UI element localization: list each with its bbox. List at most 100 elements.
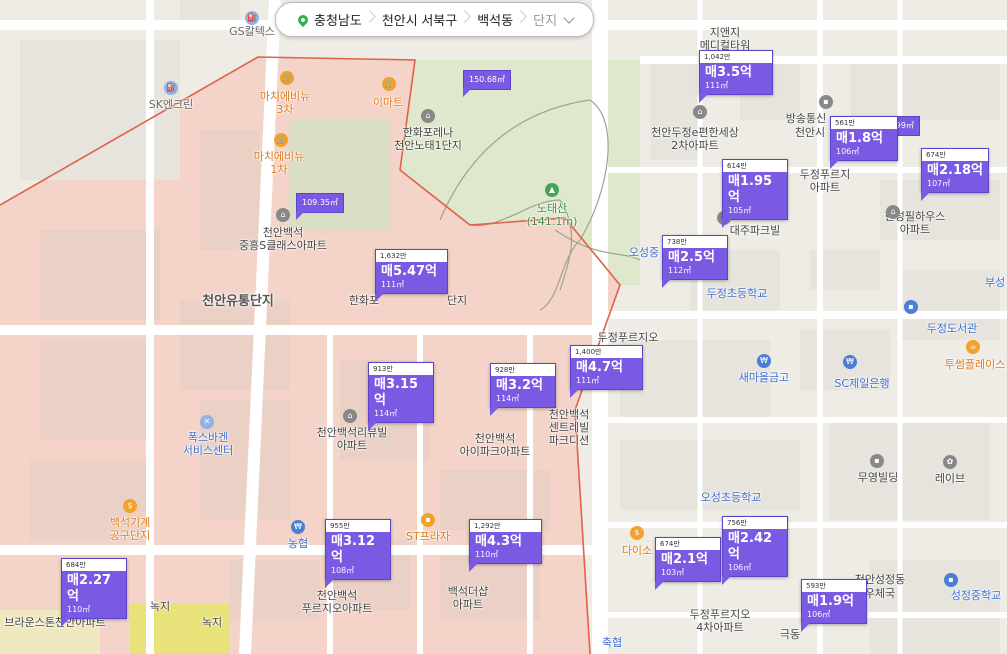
label-st[interactable]: ST프라자	[406, 530, 450, 543]
label-saemaeul[interactable]: 새마을금고	[739, 371, 790, 384]
label-busung[interactable]: 부성	[985, 276, 1005, 289]
price-marker[interactable]: 955만 매3.12억 108㎡	[325, 519, 391, 588]
price-marker[interactable]: 561만 매1.8억 106㎡	[830, 116, 898, 169]
chevron-down-icon	[563, 11, 575, 24]
label-gs[interactable]: GS칼텍스	[229, 25, 275, 38]
label-baekseok-pu[interactable]: 천안백석 푸르지오아파트	[302, 589, 373, 615]
shopping-cart-icon[interactable]: 🛒	[280, 71, 294, 85]
apartment-icon[interactable]: ⌂	[886, 205, 900, 219]
label-jungheung[interactable]: 천안백석 중흥S클래스아파트	[239, 226, 327, 252]
price-marker[interactable]: 1,292만 매4.3억 110㎡	[469, 519, 542, 572]
label-mart2[interactable]: 마치에비뉴 1차	[254, 150, 305, 176]
repair-icon[interactable]: ✕	[200, 415, 214, 429]
label-dujeong-pu4[interactable]: 두정푸르지오 4차아파트	[690, 608, 751, 634]
label-broadcast[interactable]: 방송통신	[786, 112, 826, 125]
price-marker[interactable]: 1,400만 매4.7억 111㎡	[570, 345, 643, 398]
bank-icon[interactable]: ₩	[291, 520, 305, 534]
shopping-cart-icon[interactable]: 🛒	[274, 133, 288, 147]
marker-count: 913만	[369, 363, 433, 375]
price-marker[interactable]: 674만 매2.1억 103㎡	[655, 537, 721, 590]
restaurant-icon[interactable]: ✿	[943, 455, 957, 469]
label-yutong[interactable]: 천안유통단지	[202, 295, 274, 308]
gas-station-icon[interactable]: ⛽	[245, 11, 259, 25]
marker-price: 매1.95억	[728, 174, 773, 205]
marker-tail	[722, 576, 731, 585]
label-twosome[interactable]: 투썸플레이스	[945, 358, 1006, 371]
label-dujeong-lib[interactable]: 두정도서관	[927, 322, 978, 335]
marker-price: 매3.15억	[374, 377, 419, 408]
label-sc[interactable]: SC제일은행	[834, 377, 889, 390]
label-nokji1[interactable]: 녹지	[150, 600, 170, 613]
label-notaesan[interactable]: 노태산 (141.1m)	[527, 202, 578, 228]
price-marker[interactable]: 928만 매3.2억 114㎡	[490, 363, 556, 416]
price-marker[interactable]: 738만 매2.5억 112㎡	[662, 235, 728, 288]
apartment-icon[interactable]: ⌂	[693, 105, 707, 119]
marker-count: 1,292만	[470, 520, 541, 532]
price-marker[interactable]: 674만 매2.18억 107㎡	[921, 148, 989, 201]
label-muyoung[interactable]: 무영빌딩	[858, 471, 898, 484]
price-marker[interactable]: 593만 매1.9억 106㎡	[801, 579, 867, 632]
area-marker[interactable]: 109.35㎡	[296, 193, 344, 220]
bank-icon[interactable]: ₩	[757, 354, 771, 368]
label-nokji2[interactable]: 녹지	[202, 616, 222, 629]
label-daiso[interactable]: 다이소	[622, 544, 652, 557]
marker-price: 매3.5억	[705, 65, 752, 80]
price-marker[interactable]: 684만 매2.27억 110㎡	[61, 558, 127, 627]
cafe-icon[interactable]: ☕	[966, 340, 980, 354]
marker-area: 111㎡	[381, 280, 405, 289]
breadcrumb-province[interactable]: 충청남도	[288, 3, 372, 36]
gas-station-icon[interactable]: ⛽	[164, 81, 178, 95]
label-foxbagen[interactable]: 폭스바겐 서비스센터	[183, 431, 234, 457]
map-canvas[interactable]: GS칼텍스 ⛽ SK엔크린 ⛽ 마치에비뉴 3차 🛒 이마트 🛒 마치에비뉴 1…	[0, 0, 1007, 654]
price-marker[interactable]: 614만 매1.95억 105㎡	[722, 159, 788, 228]
label-baekseok-gigae[interactable]: 백석기계 공구단지	[110, 516, 150, 542]
label-daeju[interactable]: 대주파크빌	[730, 224, 781, 237]
label-baekseok-ai[interactable]: 천안백석 아이파크아파트	[460, 432, 531, 458]
shopping-icon[interactable]: ▪	[421, 513, 435, 527]
apartment-icon[interactable]: ⌂	[343, 409, 357, 423]
breadcrumb-dong[interactable]: 백석동	[467, 3, 523, 36]
label-mart1[interactable]: 마치에비뉴 3차	[260, 90, 311, 116]
school-icon[interactable]: ▪	[944, 573, 958, 587]
price-marker[interactable]: 1,632만 매5.47억 111㎡	[375, 249, 448, 302]
shopping-cart-icon[interactable]: 🛒	[382, 77, 396, 91]
label-osung-elem[interactable]: 오성초등학교	[701, 491, 762, 504]
label-chukhyup[interactable]: 축협	[602, 636, 622, 649]
label-dujeong-e[interactable]: 천안두정e편한세상 2차아파트	[651, 126, 739, 152]
label-dujeong-pu[interactable]: 두정푸르지 아파트	[800, 168, 851, 194]
price-marker[interactable]: 913만 매3.15억 114㎡	[368, 362, 434, 431]
label-baekseok-ct[interactable]: 천안백석 센트레빌 파크디션	[549, 408, 589, 447]
label-lebib[interactable]: 레이브	[935, 472, 965, 485]
building-icon[interactable]: ▪	[870, 454, 884, 468]
mountain-icon[interactable]: ▲	[545, 183, 559, 197]
marker-count: 674만	[922, 149, 988, 161]
marker-price: 매2.18억	[927, 163, 983, 178]
library-icon[interactable]: ▪	[904, 300, 918, 314]
label-sk[interactable]: SK엔크린	[149, 98, 194, 111]
label-dujeong-elem[interactable]: 두정초등학교	[707, 287, 768, 300]
label-geukdong[interactable]: 극동	[780, 628, 800, 641]
building-icon[interactable]: ▪	[819, 95, 833, 109]
label-sports[interactable]: 우체국	[865, 587, 895, 600]
label-baekseok-dasap[interactable]: 백석더샵 아파트	[448, 585, 488, 611]
apartment-icon[interactable]: ⌂	[276, 208, 290, 222]
label-jiaenji[interactable]: 지앤지 메디컬타워	[700, 26, 751, 52]
label-hanwha[interactable]: 한화포레나 천안노태1단지	[394, 126, 462, 152]
marker-count: 1,400만	[571, 346, 642, 358]
label-nonghyup[interactable]: 농협	[288, 537, 308, 550]
label-hanwha2b[interactable]: 단지	[447, 294, 467, 307]
shopping-icon[interactable]: $	[630, 526, 644, 540]
apartment-icon[interactable]: ⌂	[421, 109, 435, 123]
label-cheonansi[interactable]: 천안시	[795, 126, 825, 139]
breadcrumb-city[interactable]: 천안시 서북구	[372, 3, 467, 36]
price-marker[interactable]: 1,042만 매3.5억 111㎡	[699, 50, 773, 103]
bank-icon[interactable]: ₩	[843, 355, 857, 369]
label-seongjeong-mid[interactable]: 성정중학교	[951, 589, 1002, 602]
shopping-icon[interactable]: $	[123, 499, 137, 513]
breadcrumb-province-label: 충청남도	[314, 13, 362, 28]
label-osung-jung[interactable]: 오성중	[629, 246, 659, 259]
area-marker[interactable]: 150.68㎡	[463, 70, 511, 97]
price-marker[interactable]: 756만 매2.42억 106㎡	[722, 516, 788, 585]
complex-dropdown[interactable]: 단지	[523, 3, 583, 36]
label-emart[interactable]: 이마트	[373, 96, 403, 109]
